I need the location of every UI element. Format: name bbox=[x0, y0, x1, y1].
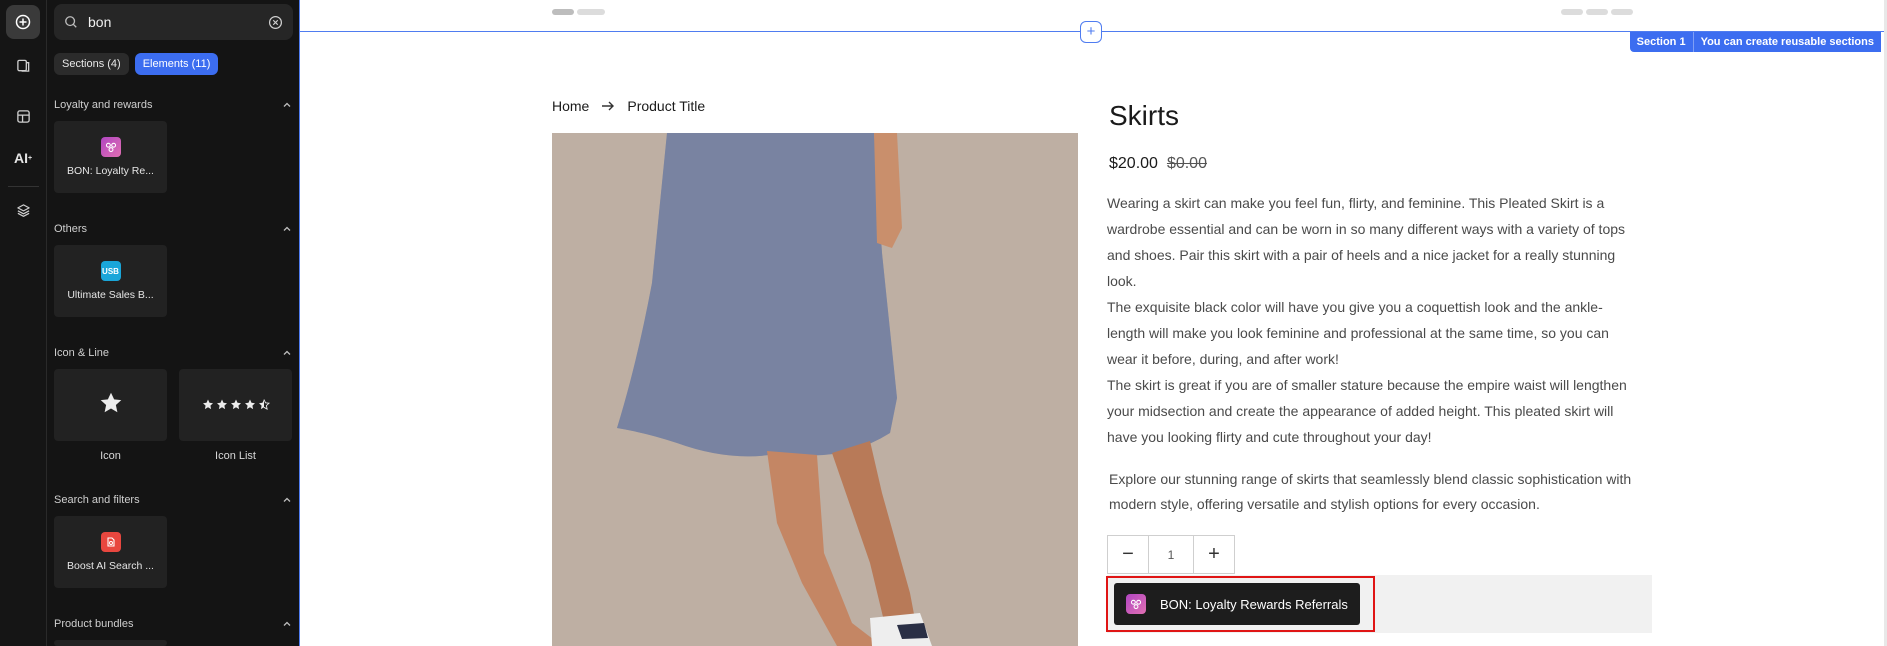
product-title: Skirts bbox=[1109, 100, 1179, 131]
product-image[interactable] bbox=[552, 133, 1078, 646]
selection-highlight bbox=[1106, 576, 1375, 632]
boost-app-icon bbox=[100, 532, 121, 552]
element-tile-bon-loyalty[interactable]: BON: Loyalty Re... bbox=[54, 121, 167, 193]
group-title: Product bundles bbox=[54, 618, 134, 630]
chevron-up-icon bbox=[281, 494, 293, 506]
clear-search-icon[interactable] bbox=[268, 15, 283, 30]
layers-icon[interactable] bbox=[6, 193, 40, 227]
quantity-stepper: − 1 + bbox=[1107, 535, 1235, 574]
previous-section-control bbox=[1561, 9, 1583, 15]
product-price: $20.00 $0.00 bbox=[1109, 155, 1207, 173]
sale-price: $20.00 bbox=[1109, 155, 1158, 172]
section-tag-name[interactable]: Section 1 bbox=[1630, 32, 1693, 52]
tile-caption-icon-list: Icon List bbox=[215, 450, 256, 462]
description-paragraph: The exquisite black color will have you … bbox=[1107, 299, 1609, 367]
tile-label: BON: Loyalty Re... bbox=[67, 165, 154, 177]
group-title: Others bbox=[54, 223, 88, 235]
search-icon bbox=[64, 15, 78, 29]
quantity-decrease-button[interactable]: − bbox=[1108, 536, 1148, 573]
chevron-up-icon bbox=[281, 347, 293, 359]
ai-icon[interactable]: AI + bbox=[6, 141, 40, 175]
element-tile-partial[interactable] bbox=[54, 640, 167, 646]
breadcrumb-home[interactable]: Home bbox=[552, 98, 589, 114]
group-header-search-filters[interactable]: Search and filters bbox=[54, 494, 293, 506]
element-tile-boost-ai[interactable]: Boost AI Search ... bbox=[54, 516, 167, 588]
element-tile-icon[interactable] bbox=[54, 369, 167, 441]
group-header-loyalty[interactable]: Loyalty and rewards bbox=[54, 99, 293, 111]
group-title: Loyalty and rewards bbox=[54, 99, 153, 111]
elements-sidebar: Sections (4) Elements (11) Loyalty and r… bbox=[47, 0, 299, 646]
loyalty-app-icon bbox=[100, 137, 121, 157]
section-tag-hint[interactable]: You can create reusable sections bbox=[1692, 32, 1881, 52]
chevron-up-icon bbox=[281, 618, 293, 630]
star-icon bbox=[98, 390, 124, 421]
left-rail: AI + bbox=[0, 0, 47, 646]
canvas-left-border bbox=[299, 0, 300, 646]
pages-icon[interactable] bbox=[6, 48, 40, 82]
layout-icon[interactable] bbox=[6, 99, 40, 133]
element-tile-icon-list[interactable] bbox=[179, 369, 292, 441]
add-element-icon[interactable] bbox=[6, 5, 40, 39]
group-header-product-bundles[interactable]: Product bundles bbox=[54, 618, 293, 630]
editor-canvas: + Section 1 You can create reusable sect… bbox=[299, 0, 1887, 646]
breadcrumb: Home Product Title bbox=[552, 98, 705, 114]
previous-section-handle bbox=[577, 9, 605, 15]
quantity-value[interactable]: 1 bbox=[1148, 536, 1194, 573]
usb-badge-text: USB bbox=[102, 266, 119, 276]
tile-label: Ultimate Sales B... bbox=[67, 289, 154, 301]
previous-section-handle bbox=[552, 9, 574, 15]
tile-label: Boost AI Search ... bbox=[67, 560, 154, 572]
arrow-right-icon bbox=[601, 100, 615, 112]
tab-elements[interactable]: Elements (11) bbox=[134, 53, 219, 75]
usb-app-icon: USB bbox=[100, 261, 121, 281]
group-header-others[interactable]: Others bbox=[54, 223, 293, 235]
description-paragraph: The skirt is great if you are of smaller… bbox=[1107, 377, 1627, 445]
element-tile-ultimate-sales[interactable]: USB Ultimate Sales B... bbox=[54, 245, 167, 317]
rail-divider bbox=[8, 186, 39, 187]
search-input[interactable] bbox=[88, 14, 258, 30]
chevron-up-icon bbox=[281, 99, 293, 111]
tab-sections[interactable]: Sections (4) bbox=[54, 53, 129, 75]
sidebar-tabs: Sections (4) Elements (11) bbox=[54, 53, 219, 75]
description-paragraph: Wearing a skirt can make you feel fun, f… bbox=[1107, 195, 1626, 289]
product-extra-text: Explore our stunning range of skirts tha… bbox=[1109, 471, 1632, 512]
product-description: Wearing a skirt can make you feel fun, f… bbox=[1107, 190, 1637, 450]
section-tag[interactable]: Section 1 You can create reusable sectio… bbox=[1629, 32, 1881, 52]
breadcrumb-current[interactable]: Product Title bbox=[627, 98, 705, 114]
previous-section-control bbox=[1611, 9, 1633, 15]
previous-section-control bbox=[1586, 9, 1608, 15]
compare-price: $0.00 bbox=[1166, 155, 1207, 172]
search-box bbox=[54, 4, 293, 40]
chevron-up-icon bbox=[281, 223, 293, 235]
quantity-increase-button[interactable]: + bbox=[1194, 536, 1234, 573]
tile-caption-icon: Icon bbox=[100, 450, 121, 462]
star-rating-icon bbox=[202, 399, 270, 411]
add-section-button[interactable]: + bbox=[1080, 21, 1102, 43]
group-header-icon-line[interactable]: Icon & Line bbox=[54, 347, 293, 359]
group-title: Search and filters bbox=[54, 494, 140, 506]
group-title: Icon & Line bbox=[54, 347, 110, 359]
